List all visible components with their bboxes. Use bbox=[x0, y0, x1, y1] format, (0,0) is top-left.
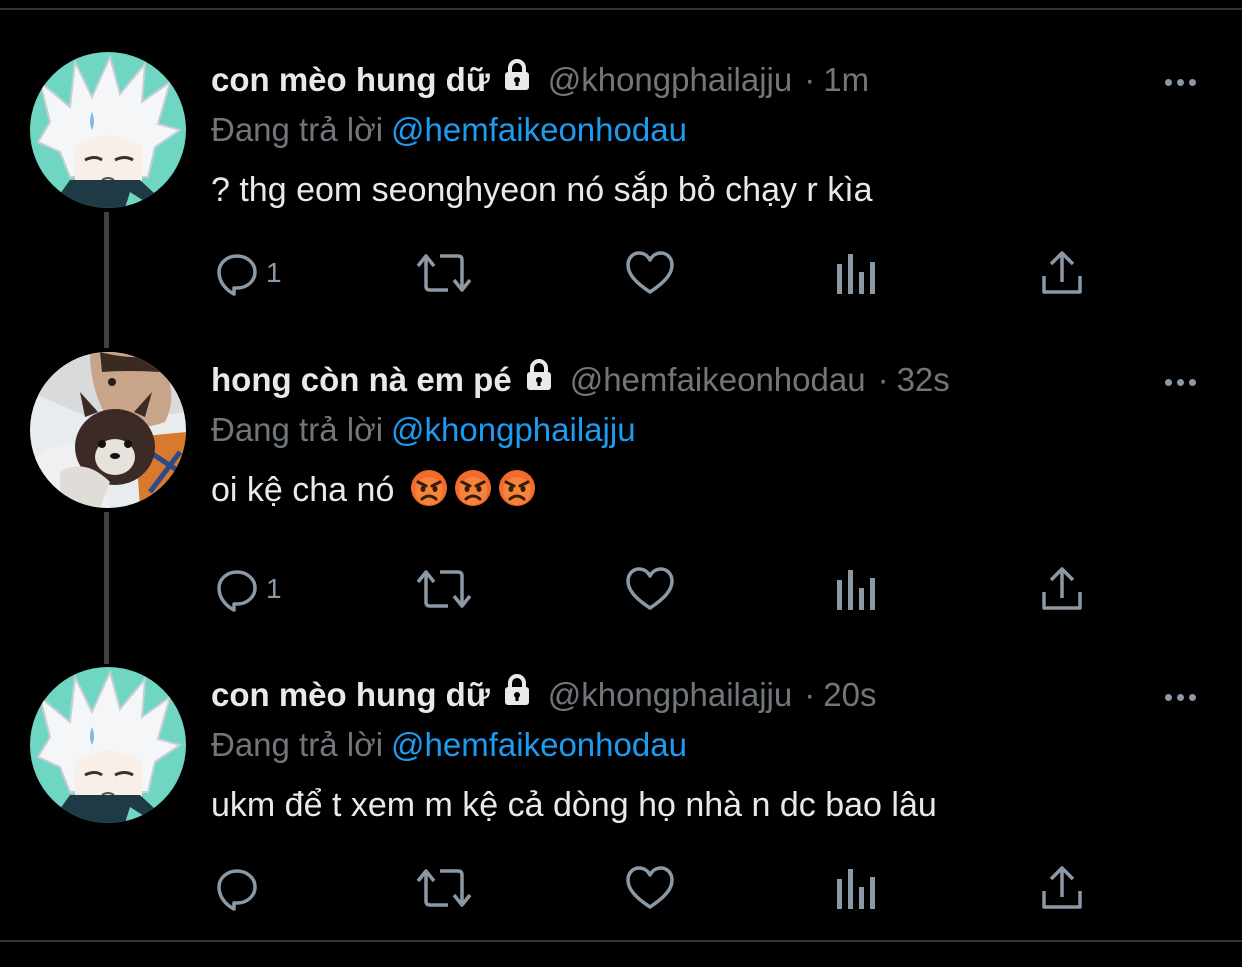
top-divider bbox=[0, 8, 1242, 10]
user-handle[interactable]: @khongphailajju bbox=[548, 671, 793, 719]
retweet-button[interactable] bbox=[416, 248, 472, 298]
tweet[interactable]: hong còn nà em pé @hemfaikeonhodau · 32s… bbox=[0, 352, 1242, 652]
more-icon[interactable] bbox=[1158, 72, 1202, 92]
separator: · bbox=[877, 361, 889, 398]
tweet-text: oi kệ cha nó bbox=[211, 466, 536, 520]
like-icon bbox=[626, 251, 674, 294]
separator: · bbox=[804, 676, 816, 713]
reply-context: Đang trả lời @khongphailajju bbox=[211, 406, 636, 454]
tweet-text-content: oi kệ cha nó bbox=[211, 471, 395, 509]
tweet[interactable]: con mèo hung dữ @khongphailajju · 1m Đan… bbox=[0, 52, 1242, 352]
lock-icon bbox=[500, 672, 534, 720]
analytics-button[interactable] bbox=[835, 248, 877, 298]
display-name[interactable]: con mèo hung dữ bbox=[211, 671, 490, 719]
retweet-icon bbox=[416, 570, 472, 608]
more-icon[interactable] bbox=[1158, 372, 1202, 392]
action-bar: 1 bbox=[0, 564, 1242, 624]
tweet-header: hong còn nà em pé @hemfaikeonhodau · 32s bbox=[211, 356, 950, 404]
action-bar: 1 bbox=[0, 248, 1242, 308]
share-icon bbox=[1042, 866, 1082, 909]
lock-icon bbox=[522, 357, 556, 405]
avatar[interactable] bbox=[30, 352, 186, 508]
share-icon bbox=[1042, 567, 1082, 610]
reply-icon bbox=[217, 869, 257, 911]
timestamp[interactable]: 32s bbox=[897, 356, 950, 404]
reply-context: Đang trả lời @hemfaikeonhodau bbox=[211, 721, 687, 769]
reply-icon bbox=[217, 254, 257, 296]
analytics-icon bbox=[837, 570, 875, 610]
tweet-text: ukm để t xem m kệ cả dòng họ nhà n dc ba… bbox=[211, 786, 937, 824]
analytics-icon bbox=[837, 869, 875, 909]
like-icon bbox=[626, 567, 674, 610]
mention-link[interactable]: @khongphailajju bbox=[391, 411, 636, 448]
timestamp[interactable]: 20s bbox=[823, 671, 876, 719]
like-icon bbox=[626, 866, 674, 909]
tweet-text: ? thg eom seonghyeon nó sắp bỏ chạy r kì… bbox=[211, 171, 873, 209]
like-button[interactable] bbox=[625, 564, 675, 614]
like-button[interactable] bbox=[625, 863, 675, 913]
angry-face-emoji bbox=[454, 469, 492, 520]
reply-label: Đang trả lời bbox=[211, 726, 384, 763]
retweet-button[interactable] bbox=[416, 564, 472, 614]
reply-button[interactable] bbox=[214, 863, 266, 913]
retweet-button[interactable] bbox=[416, 863, 472, 913]
tweet-header: con mèo hung dữ @khongphailajju · 20s bbox=[211, 671, 876, 719]
reply-icon bbox=[217, 570, 257, 612]
user-handle[interactable]: @khongphailajju bbox=[548, 56, 793, 104]
analytics-button[interactable] bbox=[835, 863, 877, 913]
reply-count: 1 bbox=[266, 573, 282, 604]
bottom-divider bbox=[0, 940, 1242, 942]
tweet[interactable]: con mèo hung dữ @khongphailajju · 20s Đa… bbox=[0, 667, 1242, 967]
user-handle[interactable]: @hemfaikeonhodau bbox=[570, 356, 866, 404]
reply-button[interactable]: 1 bbox=[214, 564, 282, 614]
retweet-icon bbox=[416, 254, 472, 292]
avatar[interactable] bbox=[30, 667, 186, 823]
analytics-icon bbox=[837, 254, 875, 294]
share-button[interactable] bbox=[1040, 863, 1084, 913]
avatar[interactable] bbox=[30, 52, 186, 208]
separator: · bbox=[804, 61, 816, 98]
reply-label: Đang trả lời bbox=[211, 111, 384, 148]
display-name[interactable]: hong còn nà em pé bbox=[211, 356, 512, 404]
reply-label: Đang trả lời bbox=[211, 411, 384, 448]
retweet-icon bbox=[416, 869, 472, 907]
reply-count: 1 bbox=[266, 257, 282, 288]
mention-link[interactable]: @hemfaikeonhodau bbox=[391, 726, 687, 763]
angry-face-emoji bbox=[410, 469, 448, 520]
tweet-header: con mèo hung dữ @khongphailajju · 1m bbox=[211, 56, 869, 104]
timestamp[interactable]: 1m bbox=[823, 56, 869, 104]
analytics-button[interactable] bbox=[835, 564, 877, 614]
share-button[interactable] bbox=[1040, 564, 1084, 614]
reply-context: Đang trả lời @hemfaikeonhodau bbox=[211, 106, 687, 154]
action-bar bbox=[0, 863, 1242, 923]
more-icon[interactable] bbox=[1158, 687, 1202, 707]
reply-button[interactable]: 1 bbox=[214, 248, 282, 298]
angry-face-emoji bbox=[498, 469, 536, 520]
like-button[interactable] bbox=[625, 248, 675, 298]
share-icon bbox=[1042, 251, 1082, 294]
display-name[interactable]: con mèo hung dữ bbox=[211, 56, 490, 104]
mention-link[interactable]: @hemfaikeonhodau bbox=[391, 111, 687, 148]
lock-icon bbox=[500, 57, 534, 105]
share-button[interactable] bbox=[1040, 248, 1084, 298]
